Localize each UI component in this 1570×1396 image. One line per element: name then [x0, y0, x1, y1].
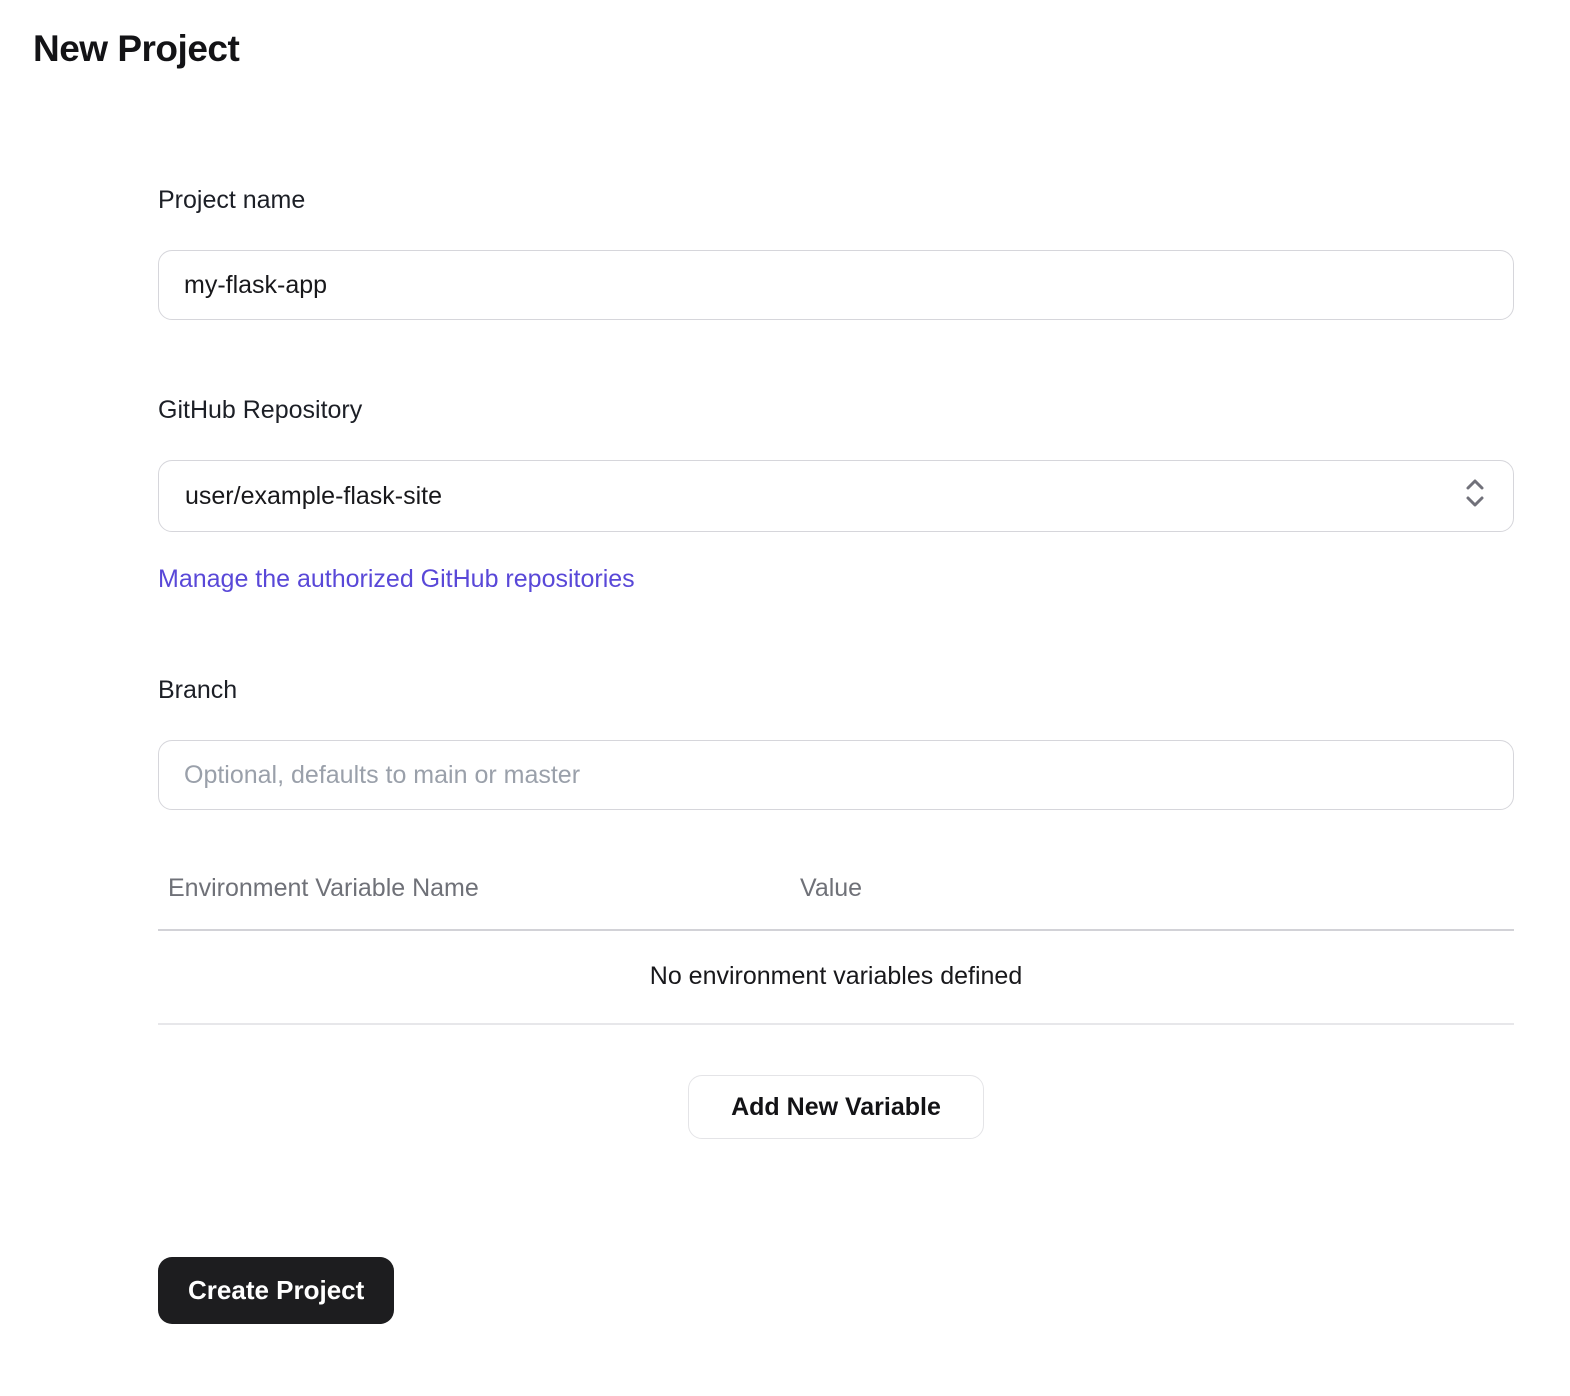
- github-repository-label: GitHub Repository: [158, 396, 363, 424]
- env-column-header-value: Value: [800, 874, 863, 902]
- env-empty-message: No environment variables defined: [158, 931, 1514, 1025]
- github-repository-selected-value: user/example-flask-site: [185, 481, 443, 510]
- create-project-button[interactable]: Create Project: [158, 1257, 395, 1324]
- add-new-variable-button[interactable]: Add New Variable: [688, 1075, 984, 1139]
- project-name-input[interactable]: [158, 250, 1514, 320]
- branch-input[interactable]: [158, 740, 1514, 810]
- github-repository-select[interactable]: user/example-flask-site: [158, 460, 1514, 532]
- page-title: New Project: [33, 28, 240, 69]
- branch-label: Branch: [158, 676, 238, 704]
- project-name-label: Project name: [158, 186, 306, 214]
- chevron-up-down-icon: [1463, 476, 1487, 517]
- manage-repositories-link[interactable]: Manage the authorized GitHub repositorie…: [158, 565, 635, 594]
- env-column-header-name: Environment Variable Name: [168, 874, 479, 902]
- env-table-header-row: Environment Variable Name Value: [158, 874, 1514, 931]
- env-variables-table: Environment Variable Name Value No envir…: [158, 874, 1514, 1025]
- new-project-form: Project name GitHub Repository user/exam…: [158, 186, 1514, 1324]
